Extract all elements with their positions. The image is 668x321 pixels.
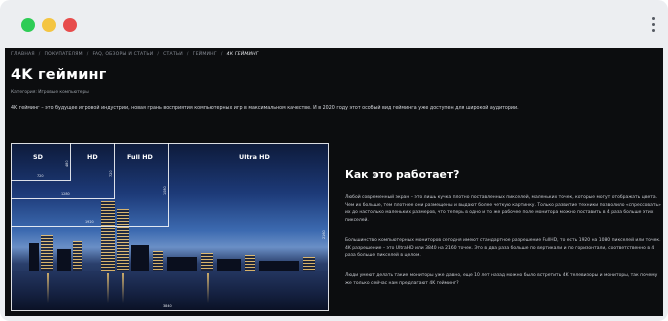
sd-label: SD: [33, 153, 43, 161]
kebab-menu-icon[interactable]: [650, 17, 656, 33]
green-dot-icon[interactable]: [21, 18, 35, 32]
fullhd-width-label: 1920: [85, 220, 94, 224]
breadcrumb-articles[interactable]: СТАТЬИ: [163, 52, 183, 57]
breadcrumb-separator: /: [220, 52, 223, 57]
breadcrumb-current: 4К ГЕЙМИНГ: [226, 52, 259, 57]
browser-window: ГЛАВНАЯ / ПОКУПАТЕЛЯМ / FAQ, ОБЗОРЫ И СТАТЬИ…: [0, 0, 668, 321]
article-paragraph: Большинство компьютерных мониторов сегод…: [345, 238, 661, 259]
breadcrumb-separator: /: [86, 52, 89, 57]
yellow-dot-icon[interactable]: [42, 18, 56, 32]
sd-height-label: 480: [65, 160, 69, 167]
ultrahd-height-label: 2160: [322, 230, 326, 239]
breadcrumb-separator: /: [38, 52, 41, 57]
breadcrumb-separator: /: [157, 52, 160, 57]
article-paragraph: Люди умеют делать такие мониторы уже дав…: [345, 273, 658, 286]
hd-label: HD: [87, 153, 98, 161]
web-page: ГЛАВНАЯ / ПОКУПАТЕЛЯМ / FAQ, ОБЗОРЫ И СТАТЬИ…: [5, 48, 663, 316]
ultrahd-label: Ultra HD: [239, 153, 270, 161]
red-dot-icon[interactable]: [63, 18, 77, 32]
section-title: Как это работает?: [345, 168, 460, 181]
breadcrumb-buyers[interactable]: ПОКУПАТЕЛЯМ: [45, 52, 83, 57]
breadcrumb-faq[interactable]: FAQ, ОБЗОРЫ И СТАТЬИ: [93, 52, 154, 57]
page-title: 4K гейминг: [11, 67, 107, 83]
sd-width-label: 720: [37, 174, 44, 178]
fullhd-height-label: 1080: [163, 186, 167, 195]
hd-width-label: 1280: [61, 192, 70, 196]
article-paragraph: Любой современный экран – это лишь кучка…: [345, 195, 661, 224]
article-category[interactable]: Категория: Игровые компьютеры: [11, 90, 89, 95]
breadcrumb-separator: /: [186, 52, 189, 57]
article-lead: 4K гейминг – это будущее игровой индустр…: [11, 106, 519, 111]
ultrahd-width-label: 3840: [163, 304, 172, 308]
fullhd-label: Full HD: [127, 153, 153, 161]
breadcrumb-home[interactable]: ГЛАВНАЯ: [11, 52, 35, 57]
hd-height-label: 720: [109, 170, 113, 177]
resolution-comparison-image: SD HD Full HD Ultra HD 720 480 1280 720 …: [11, 143, 329, 311]
browser-titlebar: [0, 0, 668, 48]
breadcrumb-gaming[interactable]: ГЕЙМИНГ: [193, 52, 217, 57]
breadcrumb: ГЛАВНАЯ / ПОКУПАТЕЛЯМ / FAQ, ОБЗОРЫ И СТАТЬИ…: [11, 52, 259, 57]
